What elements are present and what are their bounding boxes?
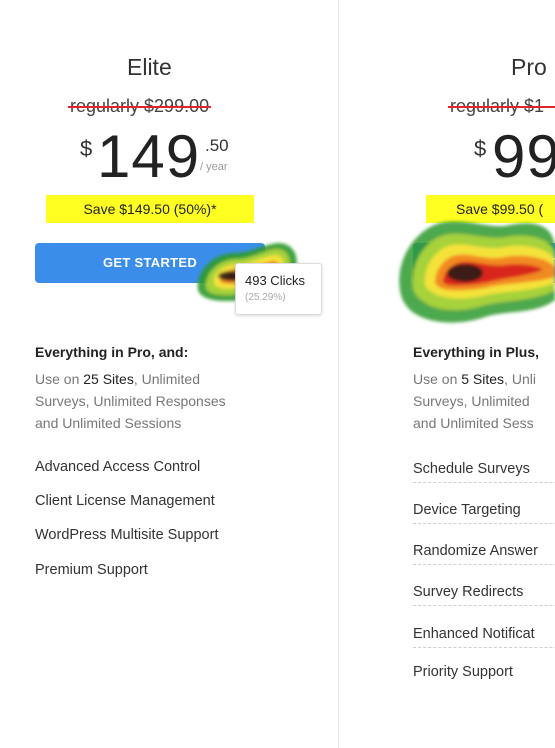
feature-item: Client License Management	[35, 493, 215, 509]
price: $ 149 .50 / year	[80, 123, 250, 190]
savings-badge: Save $99.50 (	[426, 195, 555, 223]
feature-item: Device Targeting	[413, 502, 555, 524]
feature-item: Survey Redirects	[413, 584, 555, 606]
get-started-button[interactable]: GET START	[413, 243, 555, 283]
features-heading: Everything in Pro, and:	[35, 344, 189, 360]
desc-rest: , Unlimited	[133, 371, 200, 387]
desc-line-2: Surveys, Unlimited	[413, 393, 530, 409]
pricing-column-pro: Pro regularly $1 $ 99 Save $99.50 ( GET …	[340, 0, 555, 748]
price-whole: 149	[97, 123, 201, 190]
feature-item: Premium Support	[35, 562, 148, 578]
currency-symbol: $	[80, 136, 93, 161]
feature-item: Randomize Answer	[413, 543, 555, 565]
desc-line-3: and Unlimited Sess	[413, 415, 534, 431]
column-divider	[338, 0, 339, 748]
regular-price: regularly $299.00	[68, 96, 212, 117]
strikethrough-line	[68, 106, 212, 108]
plan-description: Use on 5 Sites, Unli Surveys, Unlimited …	[413, 368, 536, 434]
get-started-button[interactable]: GET STARTED	[35, 243, 265, 283]
pricing-column-elite: Elite regularly $299.00 $ 149 .50 / year…	[0, 0, 338, 748]
feature-item: Advanced Access Control	[35, 459, 201, 475]
click-count: 493 Clicks	[245, 273, 305, 288]
click-percent: (25.29%)	[245, 292, 286, 303]
price: $ 99	[474, 123, 555, 190]
desc-sites: 25 Sites	[83, 371, 134, 387]
feature-item: WordPress Multisite Support	[35, 527, 219, 543]
plan-name: Elite	[127, 54, 172, 80]
desc-line-2: Surveys, Unlimited Responses	[35, 393, 226, 409]
feature-item: Schedule Surveys	[413, 461, 555, 483]
price-period: / year	[200, 161, 228, 173]
desc-rest: , Unli	[504, 371, 536, 387]
savings-badge: Save $149.50 (50%)*	[46, 195, 254, 223]
desc-line-3: and Unlimited Sessions	[35, 415, 182, 431]
plan-name: Pro	[511, 54, 547, 80]
price-whole: 99	[492, 123, 555, 190]
feature-item: Enhanced Notificat	[413, 626, 555, 648]
features-heading: Everything in Plus,	[413, 344, 540, 360]
price-cents: .50	[205, 136, 229, 155]
plan-description: Use on 25 Sites, Unlimited Surveys, Unli…	[35, 368, 226, 434]
feature-item: Priority Support	[413, 664, 513, 680]
desc-prefix: Use on	[413, 371, 462, 387]
currency-symbol: $	[474, 136, 487, 161]
regular-price: regularly $1	[448, 96, 555, 117]
desc-prefix: Use on	[35, 371, 84, 387]
strikethrough-line	[448, 106, 555, 108]
desc-sites: 5 Sites	[461, 371, 505, 387]
heatmap-click-tooltip: 493 Clicks (25.29%)	[235, 263, 322, 315]
